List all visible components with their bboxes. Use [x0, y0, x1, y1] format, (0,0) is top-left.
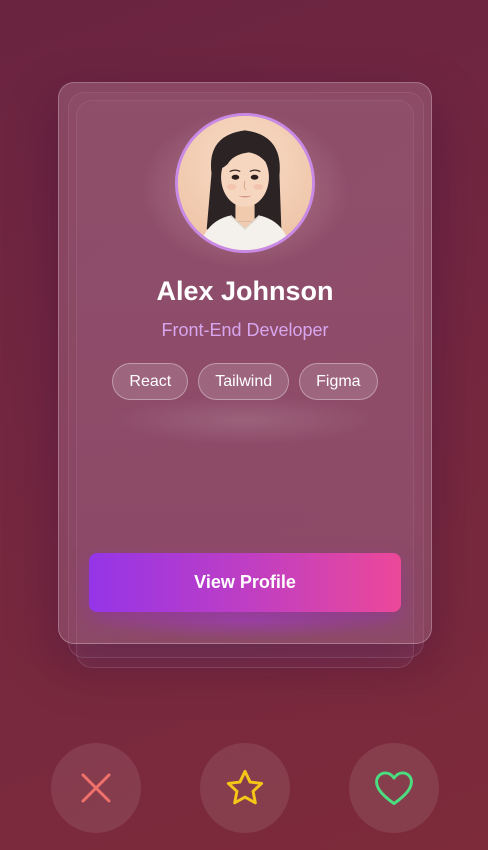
- close-icon: [81, 773, 111, 803]
- skill-tag-tailwind: Tailwind: [198, 363, 290, 400]
- star-icon: [226, 769, 264, 805]
- skill-tags: React Tailwind Figma: [58, 363, 432, 400]
- avatar: [175, 113, 315, 253]
- heart-icon: [375, 771, 413, 806]
- tags-glow: [110, 395, 380, 445]
- profile-role: Front-End Developer: [161, 320, 329, 340]
- favorite-button[interactable]: [200, 743, 290, 833]
- reject-button[interactable]: [51, 743, 141, 833]
- skill-tag-react: React: [112, 363, 189, 400]
- skill-tag-figma: Figma: [299, 363, 378, 400]
- view-profile-button[interactable]: View Profile: [89, 553, 401, 612]
- avatar-portrait: [178, 116, 312, 250]
- profile-name: Alex Johnson: [156, 276, 334, 306]
- like-button[interactable]: [349, 743, 439, 833]
